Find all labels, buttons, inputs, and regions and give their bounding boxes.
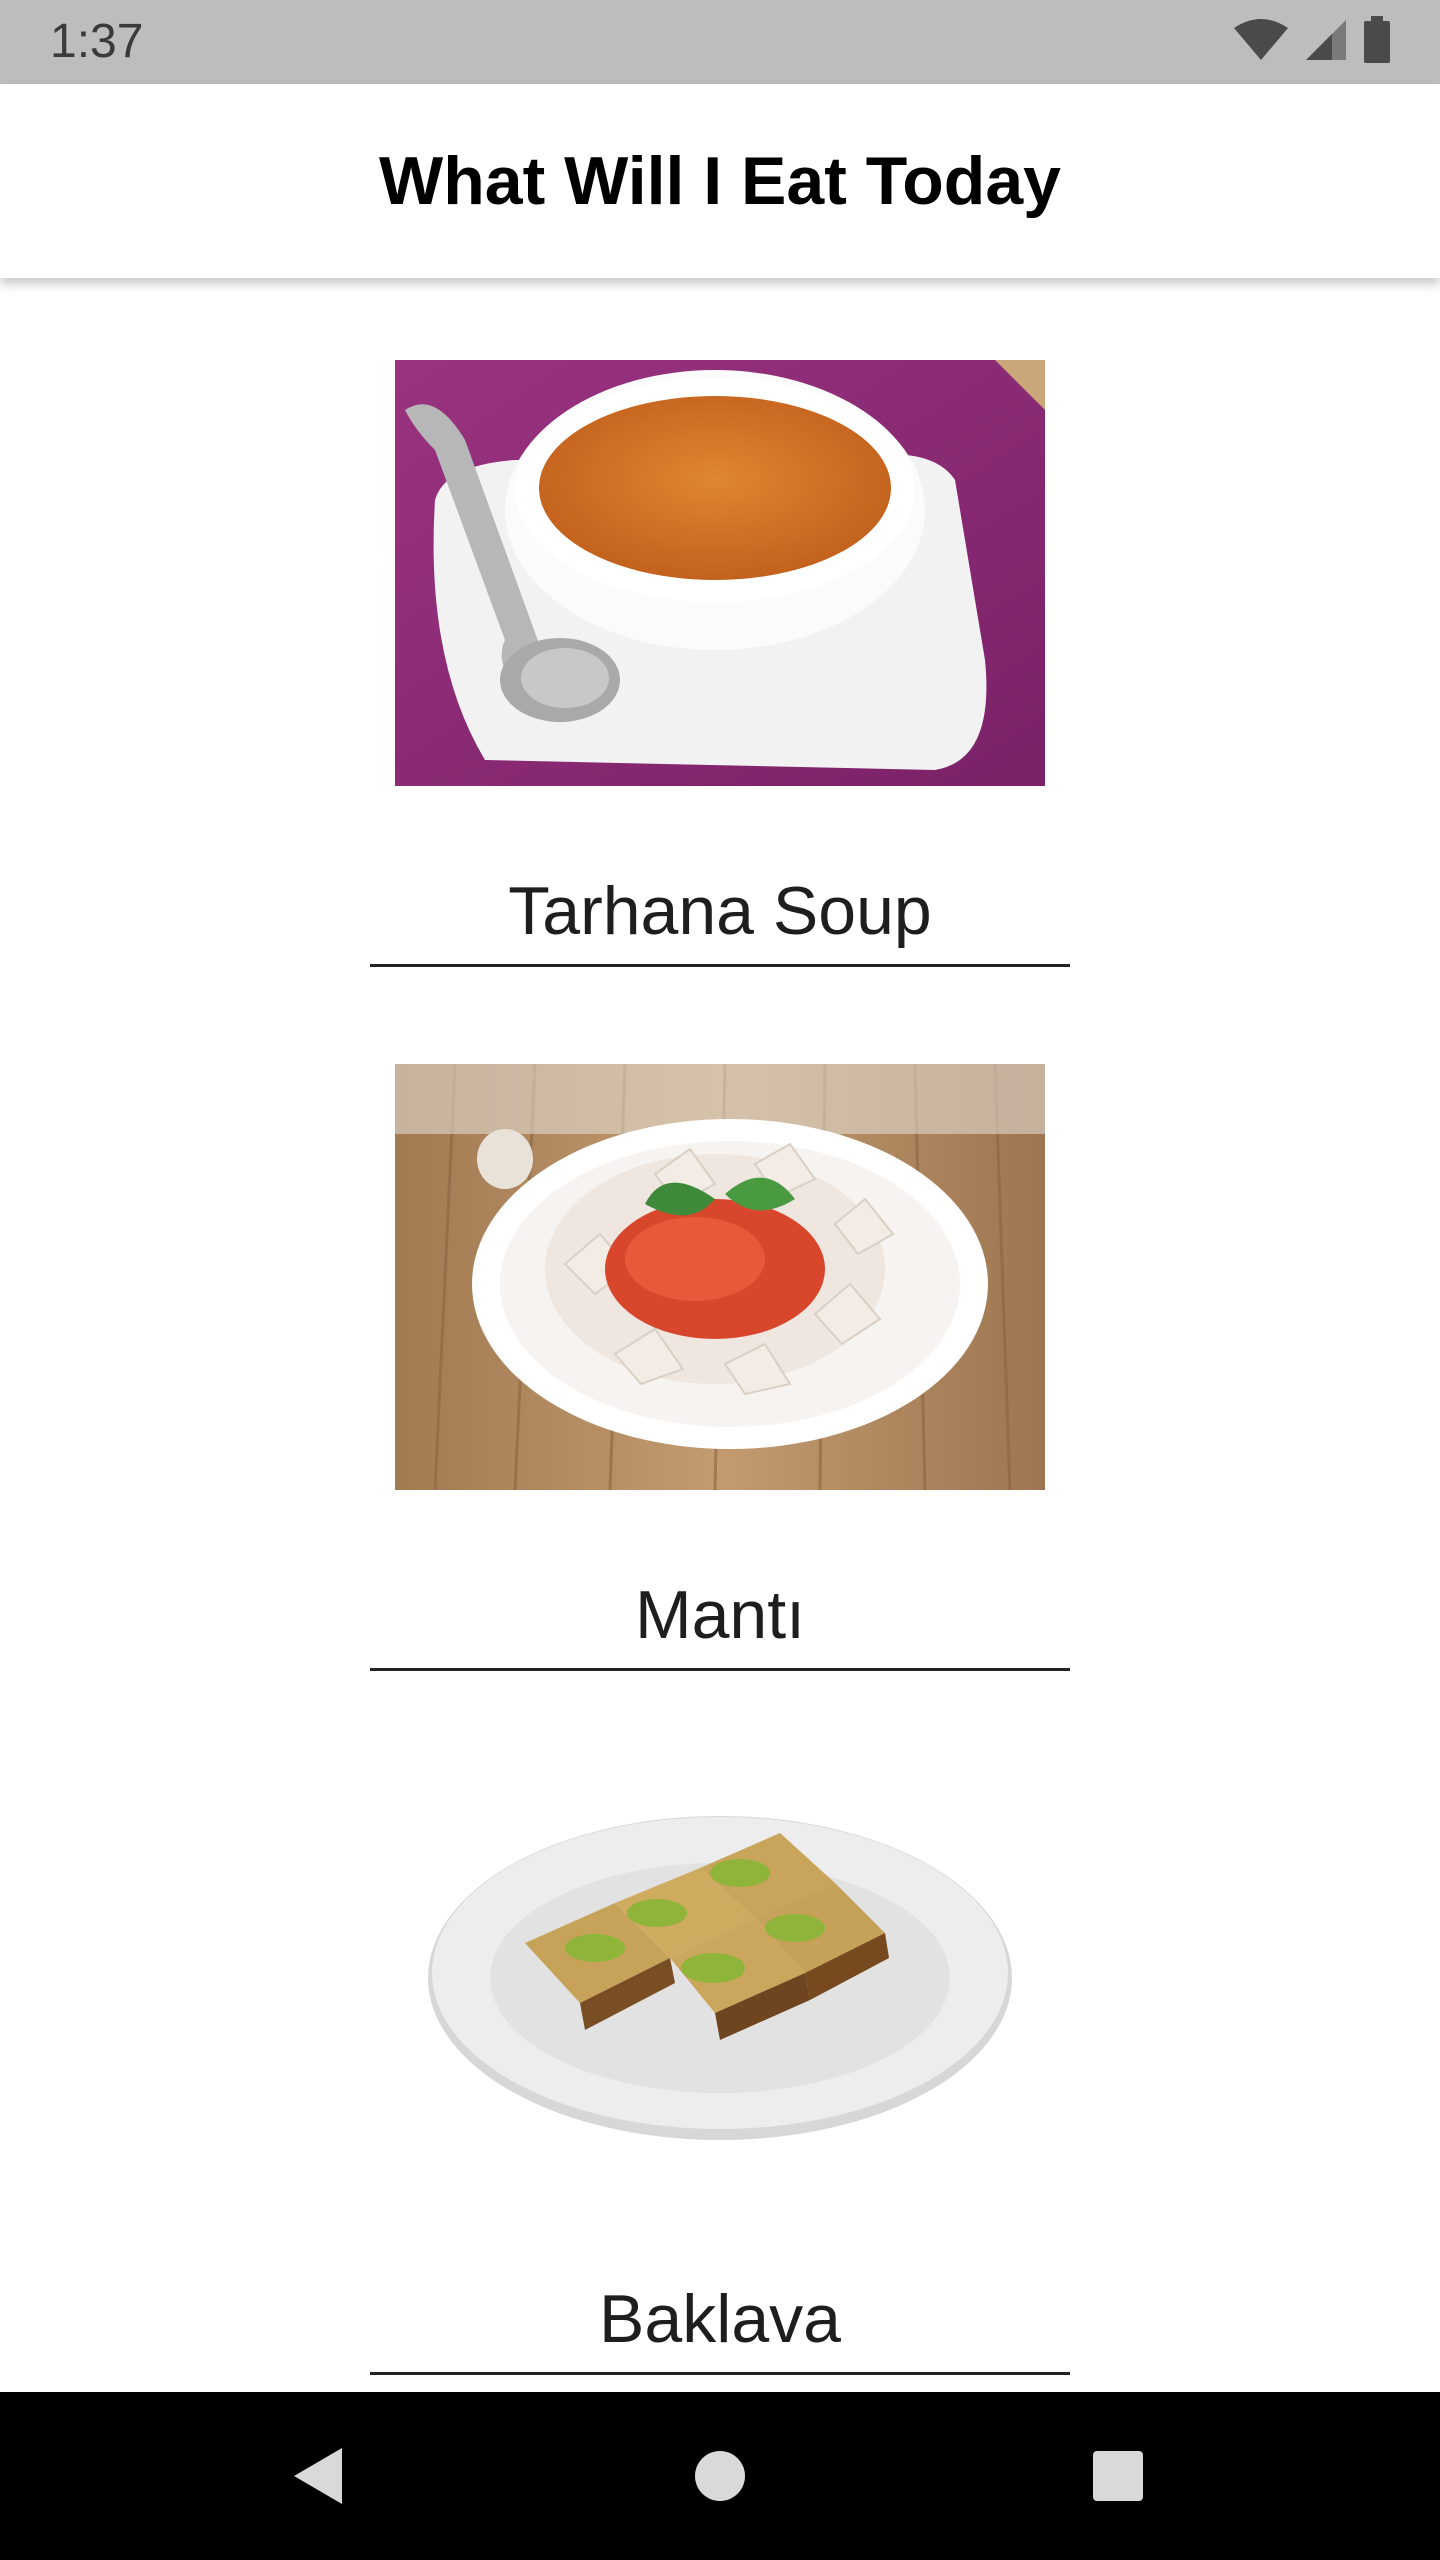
- screen: 1:37 What Will I Eat Today Tarhana Soup …: [0, 0, 1440, 2560]
- status-time: 1:37: [50, 15, 144, 68]
- tarhana-soup-image[interactable]: [395, 360, 1045, 786]
- food-underline: [370, 964, 1070, 967]
- status-icons: [1232, 15, 1392, 69]
- page-title: What Will I Eat Today: [379, 143, 1061, 219]
- recents-icon[interactable]: [1076, 2434, 1160, 2518]
- food-name-tarhana-soup: Tarhana Soup: [508, 873, 932, 949]
- home-icon[interactable]: [678, 2434, 762, 2518]
- food-underline: [370, 2372, 1070, 2375]
- food-name-manti: Mantı: [634, 1577, 806, 1653]
- baklava-image[interactable]: [395, 1768, 1045, 2194]
- navigation-bar: [0, 2392, 1440, 2560]
- food-underline: [370, 1668, 1070, 1671]
- manti-image[interactable]: [395, 1064, 1045, 1490]
- back-icon[interactable]: [276, 2434, 360, 2518]
- wifi-icon: [1232, 18, 1290, 67]
- food-name-baklava: Baklava: [599, 2281, 841, 2357]
- cell-signal-icon: [1304, 18, 1348, 67]
- app-bar: What Will I Eat Today: [0, 84, 1440, 278]
- battery-icon: [1362, 15, 1392, 69]
- status-bar: 1:37: [0, 0, 1440, 84]
